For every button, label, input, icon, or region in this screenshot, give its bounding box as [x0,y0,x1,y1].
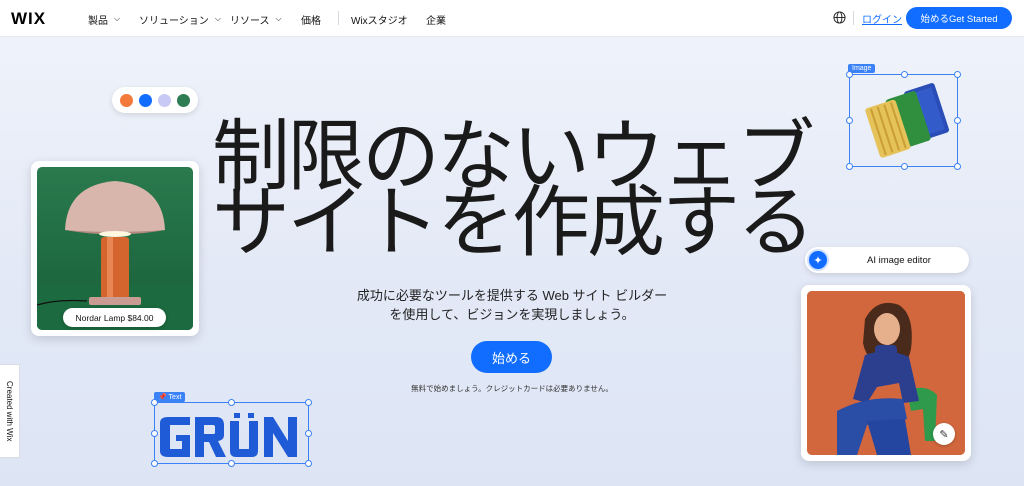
nav-item-label: 価格 [301,16,321,27]
top-navigation: WIX 製品 ⌵ ソリューション ⌵ リソース ⌵ 価格 Wixスタジオ 企業 … [0,0,1024,37]
color-swatch-green[interactable] [177,93,190,107]
nav-item-wix-studio[interactable]: Wixスタジオ [351,12,408,27]
wix-logo[interactable]: WIX [11,9,46,29]
nav-item-resources[interactable]: リソース ⌵ [230,12,282,28]
resize-handle[interactable] [901,71,908,78]
get-started-button[interactable]: 始めるGet Started [906,7,1012,29]
chevron-down-icon: ⌵ [114,13,121,23]
color-swatch-lavender[interactable] [158,93,171,107]
nav-item-products[interactable]: 製品 ⌵ [88,12,121,28]
created-with-wix-badge[interactable]: Created with Wix [0,364,20,458]
resize-handle[interactable] [228,460,235,467]
globe-icon[interactable] [833,11,846,24]
nav-divider [338,11,339,25]
resize-handle[interactable] [151,399,158,406]
resize-handle[interactable] [305,430,312,437]
resize-handle[interactable] [846,71,853,78]
nav-item-label: 企業 [426,16,446,27]
created-with-label: Created with Wix [5,380,14,442]
ai-editor-label: AI image editor [867,255,931,266]
nav-item-pricing[interactable]: 価格 [301,12,321,27]
nav-item-label: 製品 [88,16,108,27]
resize-handle[interactable] [954,117,961,124]
resize-handle[interactable] [846,117,853,124]
hero-headline: 制限のないウェブ サイトを作成する [0,118,1024,262]
chevron-down-icon: ⌵ [214,13,221,23]
nav-item-enterprise[interactable]: 企業 [426,12,446,27]
text-selection-tag-label: Text [168,394,182,401]
portrait-image: ✎ [807,291,965,455]
color-palette [112,87,198,113]
gruen-logo [160,413,297,457]
pin-icon: 📌 [158,394,167,401]
nav-item-label: リソース [230,16,270,27]
pencil-sparkle-icon[interactable]: ✎ [933,423,955,445]
ai-image-editor-pill[interactable]: ✦ AI image editor [805,247,969,273]
portrait-card: ✎ [801,285,971,461]
nav-item-label: Wixスタジオ [351,16,408,27]
resize-handle[interactable] [954,71,961,78]
login-link[interactable]: ログイン [862,11,902,26]
resize-handle[interactable] [305,460,312,467]
resize-handle[interactable] [305,399,312,406]
resize-handle[interactable] [228,399,235,406]
text-selection-tag: 📌 Text [154,392,186,402]
nav-item-solutions[interactable]: ソリューション ⌵ [139,12,221,28]
sparkle-icon: ✦ [807,249,829,271]
chevron-down-icon: ⌵ [275,13,282,23]
nav-item-label: ソリューション [139,16,209,27]
color-swatch-blue[interactable] [139,93,152,107]
start-button[interactable]: 始める [471,341,552,373]
resize-handle[interactable] [151,430,158,437]
nav-divider [853,11,854,25]
color-swatch-orange[interactable] [120,93,133,107]
resize-handle[interactable] [151,460,158,467]
